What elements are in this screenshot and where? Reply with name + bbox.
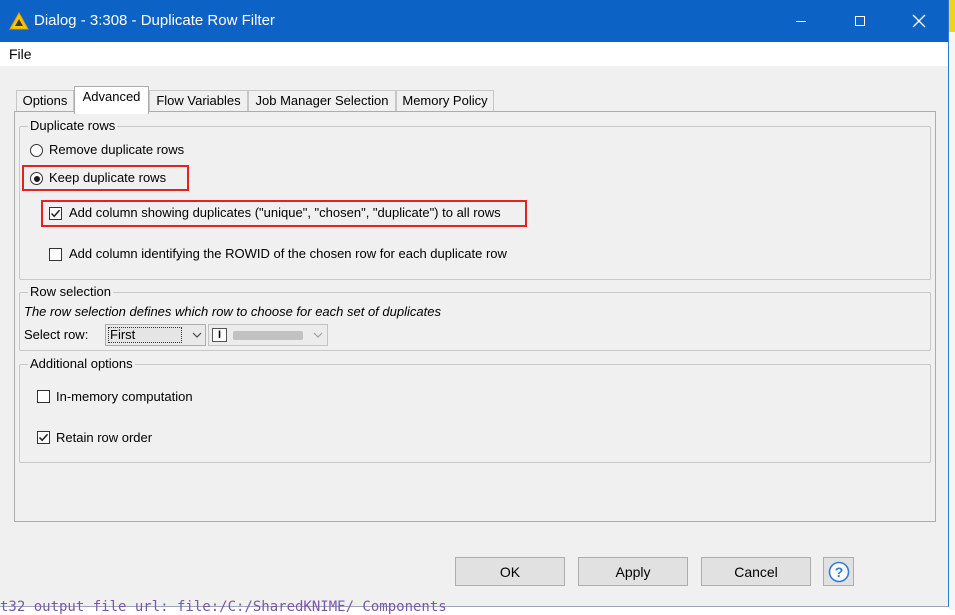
additional-options-group: Additional options: [19, 356, 931, 463]
in-memory-computation-label[interactable]: In-memory computation: [56, 389, 193, 404]
duplicate-rows-legend: Duplicate rows: [28, 118, 118, 133]
tab-options[interactable]: Options: [16, 90, 74, 113]
dialog-window: Dialog - 3:308 - Duplicate Row Filter Fi…: [0, 0, 949, 607]
background-window-edge: [949, 0, 955, 610]
minimize-button[interactable]: [778, 0, 824, 42]
background-console-text: t32 output file url: file:/C:/SharedKNIM…: [0, 599, 447, 615]
minimize-icon: [796, 21, 806, 22]
chevron-down-icon: [192, 332, 202, 338]
menu-item-file[interactable]: File: [9, 46, 32, 62]
keep-duplicates-radio[interactable]: [30, 172, 43, 185]
help-icon: ?: [828, 561, 850, 583]
add-duplicate-column-checkbox[interactable]: [49, 207, 62, 220]
tab-advanced[interactable]: Advanced: [74, 86, 149, 114]
select-row-label: Select row:: [24, 327, 89, 342]
maximize-button[interactable]: [837, 0, 883, 42]
menu-bar: File: [0, 42, 948, 66]
cancel-button[interactable]: Cancel: [701, 557, 811, 586]
tab-flow-variables[interactable]: Flow Variables: [149, 90, 248, 113]
background-window-yellow-tab: [949, 0, 955, 32]
retain-row-order-checkbox[interactable]: [37, 431, 50, 444]
remove-duplicates-label[interactable]: Remove duplicate rows: [49, 142, 184, 157]
tab-job-manager-selection[interactable]: Job Manager Selection: [248, 90, 396, 113]
help-button[interactable]: ?: [823, 557, 854, 586]
remove-duplicates-radio[interactable]: [30, 144, 43, 157]
keep-duplicates-label[interactable]: Keep duplicate rows: [49, 170, 166, 185]
ok-button[interactable]: OK: [455, 557, 565, 586]
tab-memory-policy[interactable]: Memory Policy: [396, 90, 494, 113]
retain-row-order-label[interactable]: Retain row order: [56, 430, 152, 445]
title-bar[interactable]: Dialog - 3:308 - Duplicate Row Filter: [0, 0, 948, 42]
knime-warning-icon: [9, 12, 29, 30]
in-memory-computation-checkbox[interactable]: [37, 390, 50, 403]
add-rowid-column-checkbox[interactable]: [49, 248, 62, 261]
radio-selected-dot: [33, 175, 40, 182]
close-button[interactable]: [896, 0, 942, 42]
checkmark-icon: [50, 209, 61, 218]
integer-column-type-icon: I: [212, 328, 227, 342]
select-row-dropdown[interactable]: First: [105, 324, 206, 346]
close-icon: [912, 14, 926, 28]
svg-text:?: ?: [835, 564, 844, 580]
window-title: Dialog - 3:308 - Duplicate Row Filter: [34, 12, 275, 29]
add-duplicate-column-label[interactable]: Add column showing duplicates ("unique",…: [69, 205, 501, 220]
select-row-value: First: [110, 327, 136, 342]
maximize-icon: [855, 16, 865, 26]
row-selection-description: The row selection defines which row to c…: [24, 304, 441, 319]
blurred-column-name: [233, 331, 303, 340]
chevron-down-icon: [313, 332, 323, 338]
apply-button[interactable]: Apply: [578, 557, 688, 586]
add-rowid-column-label[interactable]: Add column identifying the ROWID of the …: [69, 246, 507, 261]
column-select-dropdown[interactable]: I: [208, 324, 328, 346]
row-selection-legend: Row selection: [28, 284, 113, 299]
checkmark-icon: [38, 433, 49, 442]
advanced-tab-panel: Duplicate rows Remove duplicate rows Kee…: [14, 111, 936, 522]
additional-options-legend: Additional options: [28, 356, 135, 371]
